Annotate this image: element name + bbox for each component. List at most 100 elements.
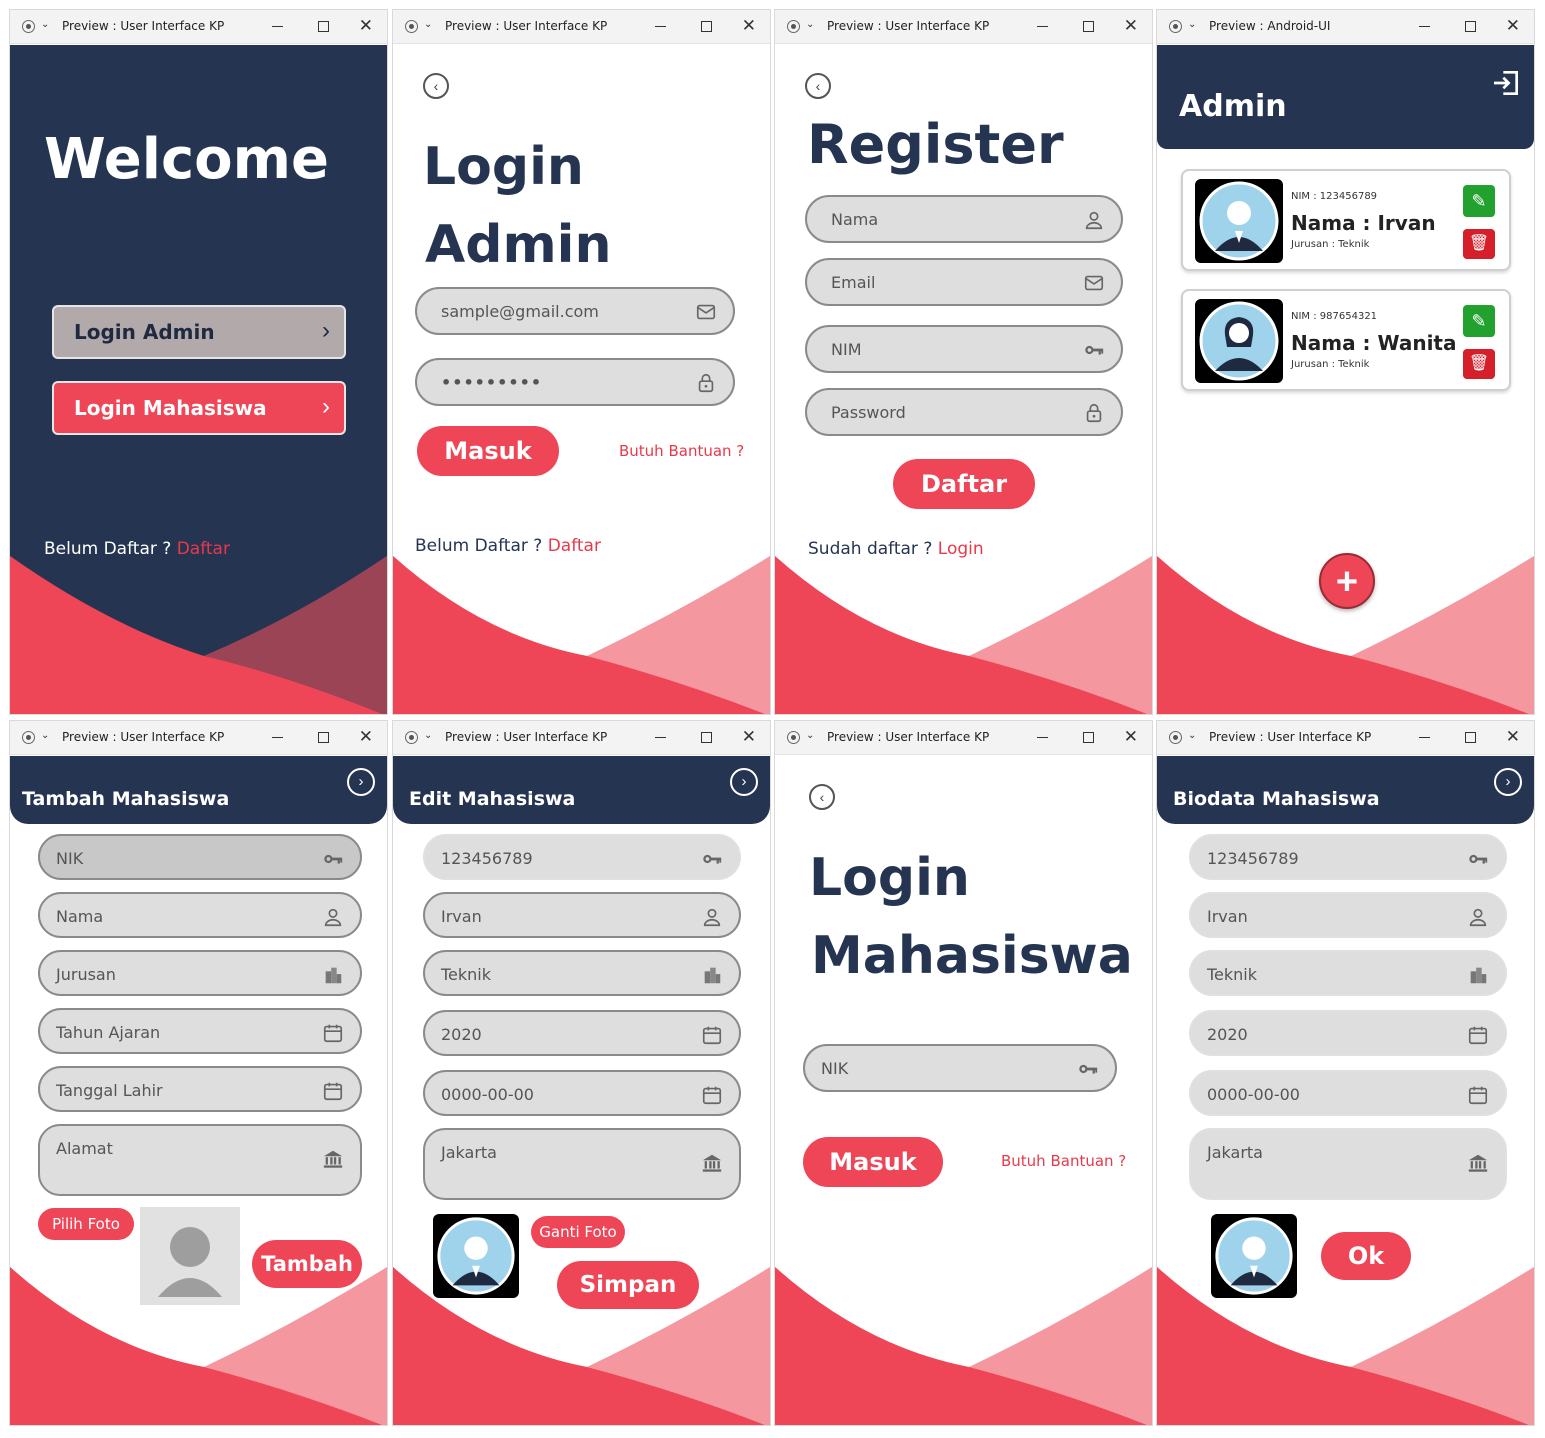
close-icon[interactable]: ✕ xyxy=(742,16,756,36)
photo-placeholder[interactable] xyxy=(140,1207,240,1305)
chevron-down-icon[interactable]: ⌄ xyxy=(806,729,818,743)
email-field[interactable]: sample@gmail.com xyxy=(415,287,735,335)
nama-field[interactable]: Nama xyxy=(805,195,1123,243)
calendar-icon xyxy=(701,1084,723,1106)
decorative-waves xyxy=(10,556,387,714)
forward-arrow-icon[interactable]: › xyxy=(347,768,375,796)
nik-field[interactable]: NIK xyxy=(803,1044,1117,1092)
password-placeholder: Password xyxy=(831,403,906,422)
edit-icon[interactable]: ✎ xyxy=(1463,185,1495,217)
maximize-icon[interactable] xyxy=(318,21,329,32)
back-arrow-icon[interactable]: ‹ xyxy=(809,784,835,810)
help-link[interactable]: Butuh Bantuan ? xyxy=(1001,1152,1126,1170)
close-icon[interactable]: ✕ xyxy=(1506,727,1520,747)
title-bar: ⌄ Preview : User Interface KP ✕ xyxy=(1157,721,1534,755)
close-icon[interactable]: ✕ xyxy=(1124,16,1138,36)
title-bar: ⌄ Preview : User Interface KP ✕ xyxy=(10,721,387,755)
chevron-down-icon[interactable]: ⌄ xyxy=(1188,729,1200,743)
admin-header: Admin xyxy=(1157,45,1534,149)
ok-button[interactable]: Ok xyxy=(1321,1232,1411,1280)
minimize-icon[interactable] xyxy=(1419,26,1430,27)
back-arrow-icon[interactable]: ‹ xyxy=(805,73,831,99)
add-button[interactable]: + xyxy=(1319,553,1375,609)
masuk-button[interactable]: Masuk xyxy=(803,1137,943,1187)
window-title: Preview : User Interface KP xyxy=(62,730,225,744)
chevron-down-icon[interactable]: ⌄ xyxy=(424,18,436,32)
forward-arrow-icon[interactable]: › xyxy=(730,768,758,796)
pilih-foto-button[interactable]: Pilih Foto xyxy=(38,1208,134,1240)
close-icon[interactable]: ✕ xyxy=(742,727,756,747)
chevron-down-icon[interactable]: ⌄ xyxy=(424,729,436,743)
login-mahasiswa-button[interactable]: Login Mahasiswa › xyxy=(52,381,346,435)
close-icon[interactable]: ✕ xyxy=(1506,16,1520,36)
student-card[interactable]: NIM : 987654321 Nama : Wanita Jurusan : … xyxy=(1181,289,1511,391)
maximize-icon[interactable] xyxy=(1465,732,1476,743)
tanggal-lahir-field[interactable]: Tanggal Lahir xyxy=(38,1066,362,1112)
tahun-ajaran-field[interactable]: 2020 xyxy=(423,1010,741,1056)
key-icon xyxy=(1467,848,1489,870)
nama-field: Irvan xyxy=(1189,892,1507,938)
minimize-icon[interactable] xyxy=(272,737,283,738)
minimize-icon[interactable] xyxy=(1419,737,1430,738)
maximize-icon[interactable] xyxy=(318,732,329,743)
admin-heading: Admin xyxy=(425,215,612,275)
minimize-icon[interactable] xyxy=(655,26,666,27)
password-field[interactable]: ••••••••• xyxy=(415,358,735,406)
bank-icon xyxy=(322,1148,344,1170)
login-admin-screen: ‹ Login Admin sample@gmail.com •••••••••… xyxy=(393,45,770,714)
help-link[interactable]: Butuh Bantuan ? xyxy=(619,442,744,460)
decorative-waves xyxy=(775,1267,1152,1425)
tahun-ajaran-field: 2020 xyxy=(1189,1010,1507,1056)
maximize-icon[interactable] xyxy=(701,732,712,743)
edit-icon[interactable]: ✎ xyxy=(1463,305,1495,337)
simpan-button[interactable]: Simpan xyxy=(557,1261,699,1309)
nim-field[interactable]: 123456789 xyxy=(423,834,741,880)
alamat-field[interactable]: Jakarta xyxy=(423,1128,741,1200)
close-icon[interactable]: ✕ xyxy=(359,16,373,36)
maximize-icon[interactable] xyxy=(1083,732,1094,743)
minimize-icon[interactable] xyxy=(655,737,666,738)
nik-field[interactable]: NIK xyxy=(38,834,362,880)
login-admin-button[interactable]: Login Admin › xyxy=(52,305,346,359)
tanggal-lahir-field[interactable]: 0000-00-00 xyxy=(423,1070,741,1116)
close-icon[interactable]: ✕ xyxy=(1124,727,1138,747)
nim-value: 123456789 xyxy=(1207,849,1299,868)
minimize-icon[interactable] xyxy=(1037,737,1048,738)
maximize-icon[interactable] xyxy=(1465,21,1476,32)
tambah-button[interactable]: Tambah xyxy=(252,1240,362,1288)
tahun-ajaran-field[interactable]: Tahun Ajaran xyxy=(38,1008,362,1054)
window-register: ⌄ Preview : User Interface KP ✕ ‹ Regist… xyxy=(774,9,1153,715)
student-card[interactable]: NIM : 123456789 Nama : Irvan Jurusan : T… xyxy=(1181,169,1511,271)
logout-icon[interactable] xyxy=(1490,67,1522,99)
password-field[interactable]: Password xyxy=(805,388,1123,436)
jurusan-field[interactable]: Teknik xyxy=(423,950,741,996)
chevron-down-icon[interactable]: ⌄ xyxy=(41,729,53,743)
chevron-down-icon[interactable]: ⌄ xyxy=(806,18,818,32)
chevron-down-icon[interactable]: ⌄ xyxy=(1188,18,1200,32)
nama-field[interactable]: Irvan xyxy=(423,892,741,938)
jurusan-field[interactable]: Jurusan xyxy=(38,950,362,996)
nim-field[interactable]: NIM xyxy=(805,325,1123,373)
alamat-field[interactable]: Alamat xyxy=(38,1124,362,1196)
maximize-icon[interactable] xyxy=(701,21,712,32)
email-field[interactable]: Email xyxy=(805,258,1123,306)
back-arrow-icon[interactable]: ‹ xyxy=(423,73,449,99)
minimize-icon[interactable] xyxy=(1037,26,1048,27)
nama-placeholder: Nama xyxy=(56,907,104,926)
key-icon xyxy=(701,848,723,870)
register-link[interactable]: Daftar xyxy=(548,536,601,556)
delete-icon[interactable]: 🗑 xyxy=(1463,229,1495,259)
biodata-screen: Biodata Mahasiswa › 123456789 Irvan Tekn… xyxy=(1157,756,1534,1425)
chevron-down-icon[interactable]: ⌄ xyxy=(41,18,53,32)
ganti-foto-button[interactable]: Ganti Foto xyxy=(531,1216,625,1248)
maximize-icon[interactable] xyxy=(1083,21,1094,32)
masuk-button[interactable]: Masuk xyxy=(417,426,559,476)
delete-icon[interactable]: 🗑 xyxy=(1463,349,1495,379)
nama-field[interactable]: Nama xyxy=(38,892,362,938)
forward-arrow-icon[interactable]: › xyxy=(1494,768,1522,796)
footer-prefix: Belum Daftar ? xyxy=(415,536,543,556)
minimize-icon[interactable] xyxy=(272,26,283,27)
app-icon xyxy=(1169,20,1182,33)
daftar-button[interactable]: Daftar xyxy=(893,459,1035,509)
close-icon[interactable]: ✕ xyxy=(359,727,373,747)
